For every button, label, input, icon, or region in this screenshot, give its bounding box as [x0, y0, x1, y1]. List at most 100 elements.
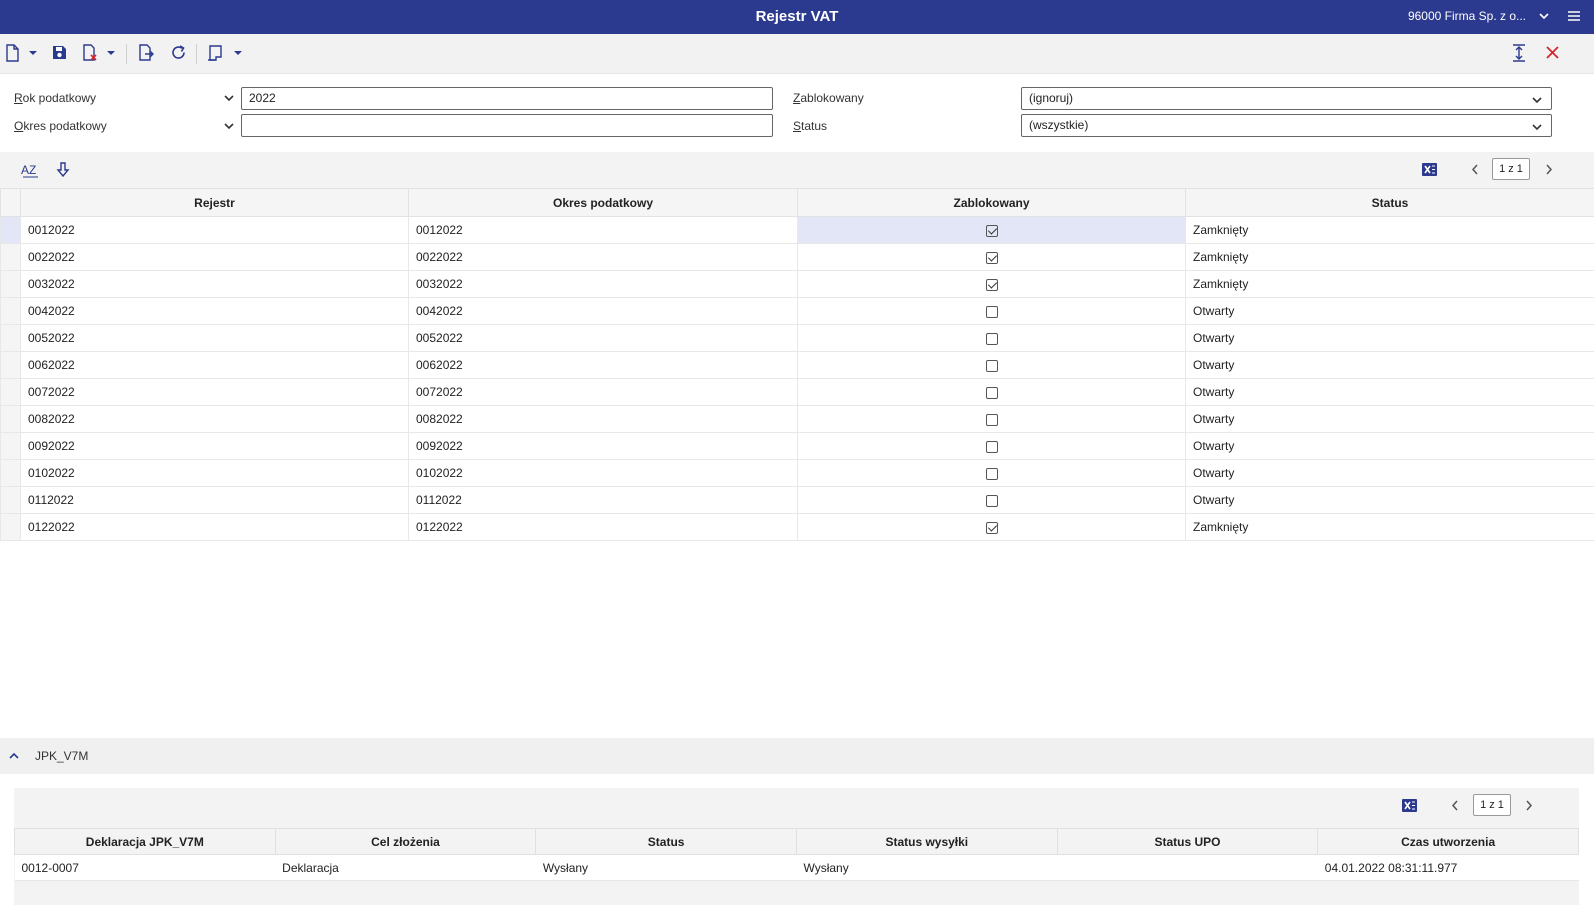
- column-header-czas[interactable]: Czas utworzenia: [1317, 828, 1579, 855]
- table-row[interactable]: 0042022 0042022 Otwarty: [0, 297, 1594, 325]
- company-selector[interactable]: 96000 Firma Sp. z o...: [1408, 9, 1526, 23]
- cell-rejestr[interactable]: 0082022: [20, 405, 409, 433]
- subgrid-cell[interactable]: Wysłany: [796, 854, 1058, 881]
- row-selector[interactable]: [0, 216, 21, 244]
- table-row[interactable]: 0062022 0062022 Otwarty: [0, 351, 1594, 379]
- column-header-deklaracja[interactable]: Deklaracja JPK_V7M: [14, 828, 276, 855]
- zablokowany-checkbox[interactable]: [985, 440, 998, 453]
- jpk-section-header[interactable]: JPK_V7M: [0, 738, 1594, 774]
- column-header-zablokowany[interactable]: Zablokowany: [797, 188, 1186, 217]
- chevron-right-icon[interactable]: [1523, 799, 1535, 815]
- chevron-down-icon[interactable]: [223, 92, 235, 107]
- sort-az-icon[interactable]: AZ: [21, 161, 41, 182]
- row-selector[interactable]: [0, 351, 21, 379]
- subgrid-cell[interactable]: Wysłany: [535, 854, 797, 881]
- cell-okres[interactable]: 0042022: [408, 297, 798, 325]
- refresh-button[interactable]: [170, 44, 187, 64]
- cell-rejestr[interactable]: 0062022: [20, 351, 409, 379]
- table-row[interactable]: 0012-0007 Deklaracja Wysłany Wysłany 04.01.2…: [14, 854, 1579, 881]
- row-selector[interactable]: [0, 513, 21, 541]
- zablokowany-checkbox[interactable]: [985, 305, 998, 318]
- column-header-cel[interactable]: Cel złożenia: [274, 828, 537, 855]
- cell-zablokowany[interactable]: [797, 405, 1186, 433]
- cell-okres[interactable]: 0072022: [408, 378, 798, 406]
- cell-status[interactable]: Zamknięty: [1185, 243, 1594, 271]
- cell-zablokowany[interactable]: [797, 297, 1186, 325]
- row-selector[interactable]: [0, 459, 21, 487]
- cell-status[interactable]: Zamknięty: [1185, 513, 1594, 541]
- zablokowany-checkbox[interactable]: [985, 278, 998, 291]
- chevron-down-icon[interactable]: [223, 120, 235, 135]
- cell-status[interactable]: Zamknięty: [1185, 270, 1594, 298]
- cell-okres[interactable]: 0012022: [408, 216, 798, 244]
- cell-status[interactable]: Otwarty: [1185, 459, 1594, 487]
- zablokowany-select[interactable]: (ignoruj): [1021, 87, 1552, 110]
- cell-okres[interactable]: 0022022: [408, 243, 798, 271]
- table-row[interactable]: 0022022 0022022 Zamknięty: [0, 243, 1594, 271]
- cell-status[interactable]: Otwarty: [1185, 432, 1594, 460]
- row-selector[interactable]: [0, 243, 21, 271]
- subgrid-cell[interactable]: [1057, 854, 1318, 881]
- cell-zablokowany[interactable]: [797, 270, 1186, 298]
- table-row[interactable]: 0102022 0102022 Otwarty: [0, 459, 1594, 487]
- cell-rejestr[interactable]: 0072022: [20, 378, 409, 406]
- zablokowany-checkbox[interactable]: [985, 251, 998, 264]
- cell-status[interactable]: Otwarty: [1185, 378, 1594, 406]
- excel-icon[interactable]: [1401, 797, 1418, 817]
- delete-button[interactable]: [81, 43, 99, 64]
- row-selector[interactable]: [0, 270, 21, 298]
- cell-zablokowany[interactable]: [797, 351, 1186, 379]
- zablokowany-checkbox[interactable]: [985, 359, 998, 372]
- cell-okres[interactable]: 0122022: [408, 513, 798, 541]
- cell-rejestr[interactable]: 0052022: [20, 324, 409, 352]
- arrow-down-icon[interactable]: [56, 161, 70, 181]
- column-header-okres[interactable]: Okres podatkowy: [408, 188, 798, 217]
- cell-rejestr[interactable]: 0112022: [20, 486, 409, 514]
- table-row[interactable]: 0092022 0092022 Otwarty: [0, 432, 1594, 460]
- cell-okres[interactable]: 0112022: [408, 486, 798, 514]
- status-select[interactable]: (wszystkie): [1021, 114, 1552, 137]
- column-header-status[interactable]: Status: [1185, 188, 1594, 217]
- cell-status[interactable]: Otwarty: [1185, 297, 1594, 325]
- cell-zablokowany[interactable]: [797, 432, 1186, 460]
- chevron-down-icon[interactable]: [1538, 10, 1550, 25]
- cell-rejestr[interactable]: 0012022: [20, 216, 409, 244]
- delete-dropdown-button[interactable]: [106, 44, 116, 64]
- subgrid-pager[interactable]: 1 z 1: [1473, 794, 1511, 816]
- zablokowany-checkbox[interactable]: [985, 386, 998, 399]
- zablokowany-checkbox[interactable]: [985, 413, 998, 426]
- table-row[interactable]: 0052022 0052022 Otwarty: [0, 324, 1594, 352]
- zablokowany-checkbox[interactable]: [985, 467, 998, 480]
- cell-okres[interactable]: 0092022: [408, 432, 798, 460]
- cell-okres[interactable]: 0032022: [408, 270, 798, 298]
- table-row[interactable]: 0072022 0072022 Otwarty: [0, 378, 1594, 406]
- column-header-rejestr[interactable]: Rejestr: [20, 188, 409, 217]
- cell-okres[interactable]: 0102022: [408, 459, 798, 487]
- save-button[interactable]: [51, 44, 68, 64]
- cell-zablokowany[interactable]: [797, 243, 1186, 271]
- subgrid-cell[interactable]: Deklaracja: [275, 854, 536, 881]
- zablokowany-checkbox[interactable]: [985, 494, 998, 507]
- row-selector[interactable]: [0, 378, 21, 406]
- chevron-left-icon[interactable]: [1449, 799, 1461, 815]
- cell-zablokowany[interactable]: [797, 324, 1186, 352]
- rok-podatkowy-input[interactable]: 2022: [241, 87, 773, 110]
- table-row[interactable]: 0082022 0082022 Otwarty: [0, 405, 1594, 433]
- cell-zablokowany[interactable]: [797, 378, 1186, 406]
- cell-status[interactable]: Zamknięty: [1185, 216, 1594, 244]
- cell-okres[interactable]: 0062022: [408, 351, 798, 379]
- cell-rejestr[interactable]: 0102022: [20, 459, 409, 487]
- cell-status[interactable]: Otwarty: [1185, 486, 1594, 514]
- print-button[interactable]: [206, 44, 224, 64]
- cell-status[interactable]: Otwarty: [1185, 351, 1594, 379]
- chevron-up-icon[interactable]: [8, 750, 20, 765]
- menu-icon[interactable]: [1566, 8, 1582, 27]
- cell-zablokowany[interactable]: [797, 459, 1186, 487]
- subgrid-cell[interactable]: 04.01.2022 08:31:11.977: [1317, 854, 1579, 881]
- table-row[interactable]: 0122022 0122022 Zamknięty: [0, 513, 1594, 541]
- row-selector[interactable]: [0, 486, 21, 514]
- cell-okres[interactable]: 0082022: [408, 405, 798, 433]
- column-header-status[interactable]: Status: [535, 828, 797, 855]
- new-button[interactable]: [4, 43, 20, 64]
- column-header-status-wysylki[interactable]: Status wysyłki: [795, 828, 1058, 855]
